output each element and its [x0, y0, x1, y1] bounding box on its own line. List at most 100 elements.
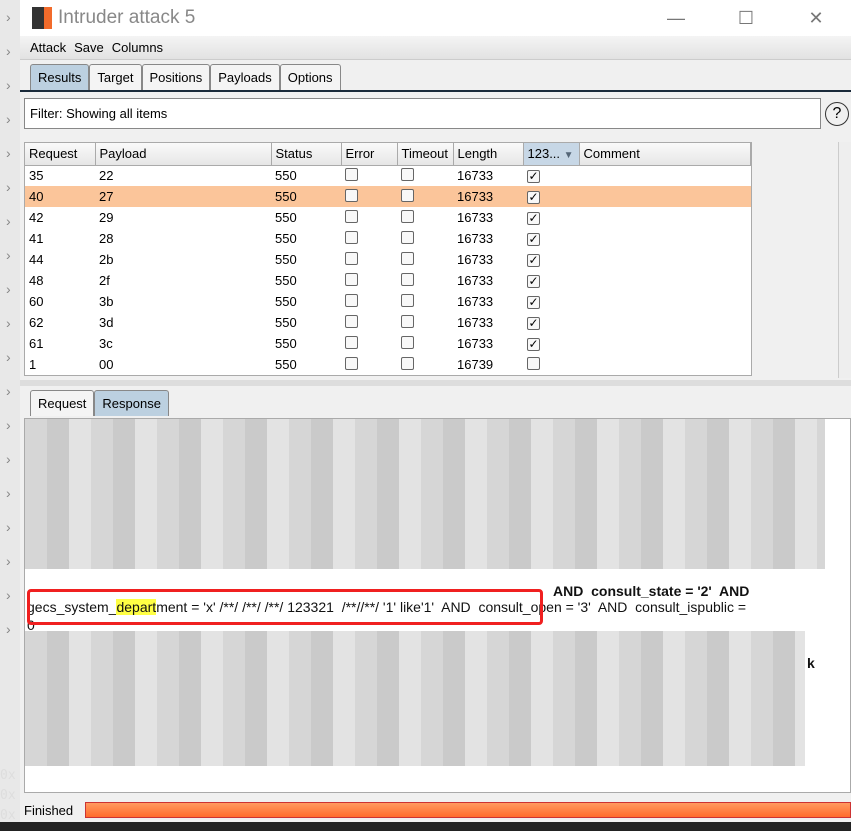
cell-status: 550 — [275, 336, 297, 351]
cell-timeout — [397, 165, 453, 186]
table-row[interactable]: 40 27 550 16733 ✓ — [25, 186, 751, 207]
checkbox — [401, 335, 414, 349]
checkbox — [401, 167, 414, 181]
checkbox: ✓ — [527, 169, 540, 184]
cell-grep-match: ✓ — [523, 165, 579, 186]
cell-status: 550 — [275, 168, 297, 184]
table-scrollbar[interactable] — [838, 142, 851, 378]
table-row[interactable]: 1 00 550 16739 — [25, 354, 751, 375]
tab-options[interactable]: Options — [279, 64, 341, 90]
column-label: 123... — [527, 146, 561, 162]
cell-request: 60 — [29, 294, 44, 309]
maximize-button[interactable]: ☐ — [711, 8, 781, 29]
cell-error — [341, 333, 397, 354]
column-status[interactable]: Status — [271, 143, 342, 166]
cell-payload: 2b — [99, 252, 114, 267]
table-row[interactable]: 61 3c 550 16733 ✓ — [25, 333, 751, 354]
table-row[interactable]: 35 22 550 16733 ✓ — [25, 165, 751, 186]
status-bar: Finished — [20, 798, 851, 822]
checkbox — [401, 230, 414, 244]
cell-request: 1 — [29, 357, 37, 372]
cell-request: 62 — [29, 315, 44, 330]
column-timeout[interactable]: Timeout — [397, 143, 454, 166]
cell-length: 16733 — [457, 168, 494, 184]
menu-save[interactable]: Save — [74, 40, 104, 55]
menu-bar: Attack Save Columns — [20, 36, 851, 60]
cell-request: 40 — [25, 186, 95, 207]
cell-request: 41 — [29, 231, 44, 246]
tab-results[interactable]: Results — [30, 64, 90, 90]
checkbox — [345, 167, 358, 181]
cell-status: 550 — [275, 294, 297, 309]
cell-error — [341, 291, 397, 312]
table-row[interactable]: 41 28 550 16733 ✓ — [25, 228, 751, 249]
tab-target[interactable]: Target — [89, 64, 142, 90]
cell-payload: 29 — [99, 210, 114, 225]
cell-payload: 3c — [99, 336, 113, 351]
menu-attack[interactable]: Attack — [30, 40, 66, 55]
checkbox — [401, 272, 414, 286]
checkbox: ✓ — [527, 190, 540, 204]
cell-length: 16733 — [457, 336, 494, 351]
results-table: Request Payload Status Error Timeout Len… — [24, 142, 752, 376]
column-error[interactable]: Error — [341, 143, 398, 166]
cell-comment — [579, 270, 751, 291]
filter-bar[interactable]: Filter: Showing all items — [24, 98, 821, 129]
checkbox — [401, 251, 414, 265]
split-pane-divider[interactable] — [20, 380, 851, 386]
cell-status: 550 — [275, 273, 297, 288]
title-bar: Intruder attack 5 — ☐ ✕ — [20, 0, 851, 36]
cell-length: 16733 — [457, 210, 494, 225]
help-icon[interactable]: ? — [825, 101, 849, 126]
cell-grep-match: ✓ — [523, 270, 579, 291]
sort-desc-icon: ▼ — [563, 150, 574, 162]
cell-length: 16733 — [457, 315, 494, 330]
checkbox — [345, 314, 358, 328]
checkbox — [345, 272, 358, 286]
minimize-button[interactable]: — — [641, 8, 711, 29]
tab-response[interactable]: Response — [94, 390, 169, 416]
column-payload[interactable]: Payload — [95, 143, 272, 166]
cell-error — [341, 165, 397, 186]
cell-status: 550 — [275, 315, 297, 330]
cell-timeout — [397, 186, 453, 207]
tab-positions[interactable]: Positions — [141, 64, 211, 90]
column-length[interactable]: Length — [453, 143, 524, 166]
cell-grep-match: ✓ — [523, 249, 579, 270]
table-row[interactable]: 62 3d 550 16733 ✓ — [25, 312, 751, 333]
cell-status: 550 — [275, 252, 297, 267]
column-comment[interactable]: Comment — [579, 143, 751, 166]
tab-payloads[interactable]: Payloads — [210, 64, 280, 90]
column-request[interactable]: Request — [25, 143, 96, 166]
cell-grep-match: ✓ — [523, 186, 579, 207]
cell-grep-match: ✓ — [523, 333, 579, 354]
checkbox — [401, 188, 414, 202]
cell-timeout — [397, 270, 453, 291]
checkbox: ✓ — [527, 253, 540, 267]
tab-request[interactable]: Request — [30, 390, 95, 416]
cell-payload: 2f — [99, 273, 110, 288]
checkbox: ✓ — [527, 232, 540, 246]
checkbox — [401, 356, 414, 370]
column-grep-match[interactable]: 123... ▼ — [523, 143, 580, 166]
table-row[interactable]: 60 3b 550 16733 ✓ — [25, 291, 751, 312]
cell-error — [341, 228, 397, 249]
checkbox: ✓ — [527, 274, 540, 288]
table-row[interactable]: 42 29 550 16733 ✓ — [25, 207, 751, 228]
menu-columns[interactable]: Columns — [112, 40, 163, 55]
response-viewer[interactable]: AND consult_state = '2' AND gecs_system_… — [24, 418, 851, 793]
table-row[interactable]: 48 2f 550 16733 ✓ — [25, 270, 751, 291]
cell-payload: 28 — [99, 231, 114, 246]
cell-grep-match — [523, 354, 579, 375]
table-row[interactable]: 44 2b 550 16733 ✓ — [25, 249, 751, 270]
checkbox — [345, 188, 358, 202]
console-text: 0x — [0, 808, 16, 823]
checkbox — [345, 209, 358, 223]
status-text: Finished — [24, 802, 74, 818]
console-text: 0x — [0, 788, 16, 803]
close-button[interactable]: ✕ — [781, 8, 851, 29]
cell-request: 42 — [29, 210, 44, 225]
background-window-strip: › › › › › › › › › › › › › › › › › › › — [0, 0, 20, 822]
redacted-area — [25, 631, 805, 766]
progress-bar — [85, 802, 851, 818]
